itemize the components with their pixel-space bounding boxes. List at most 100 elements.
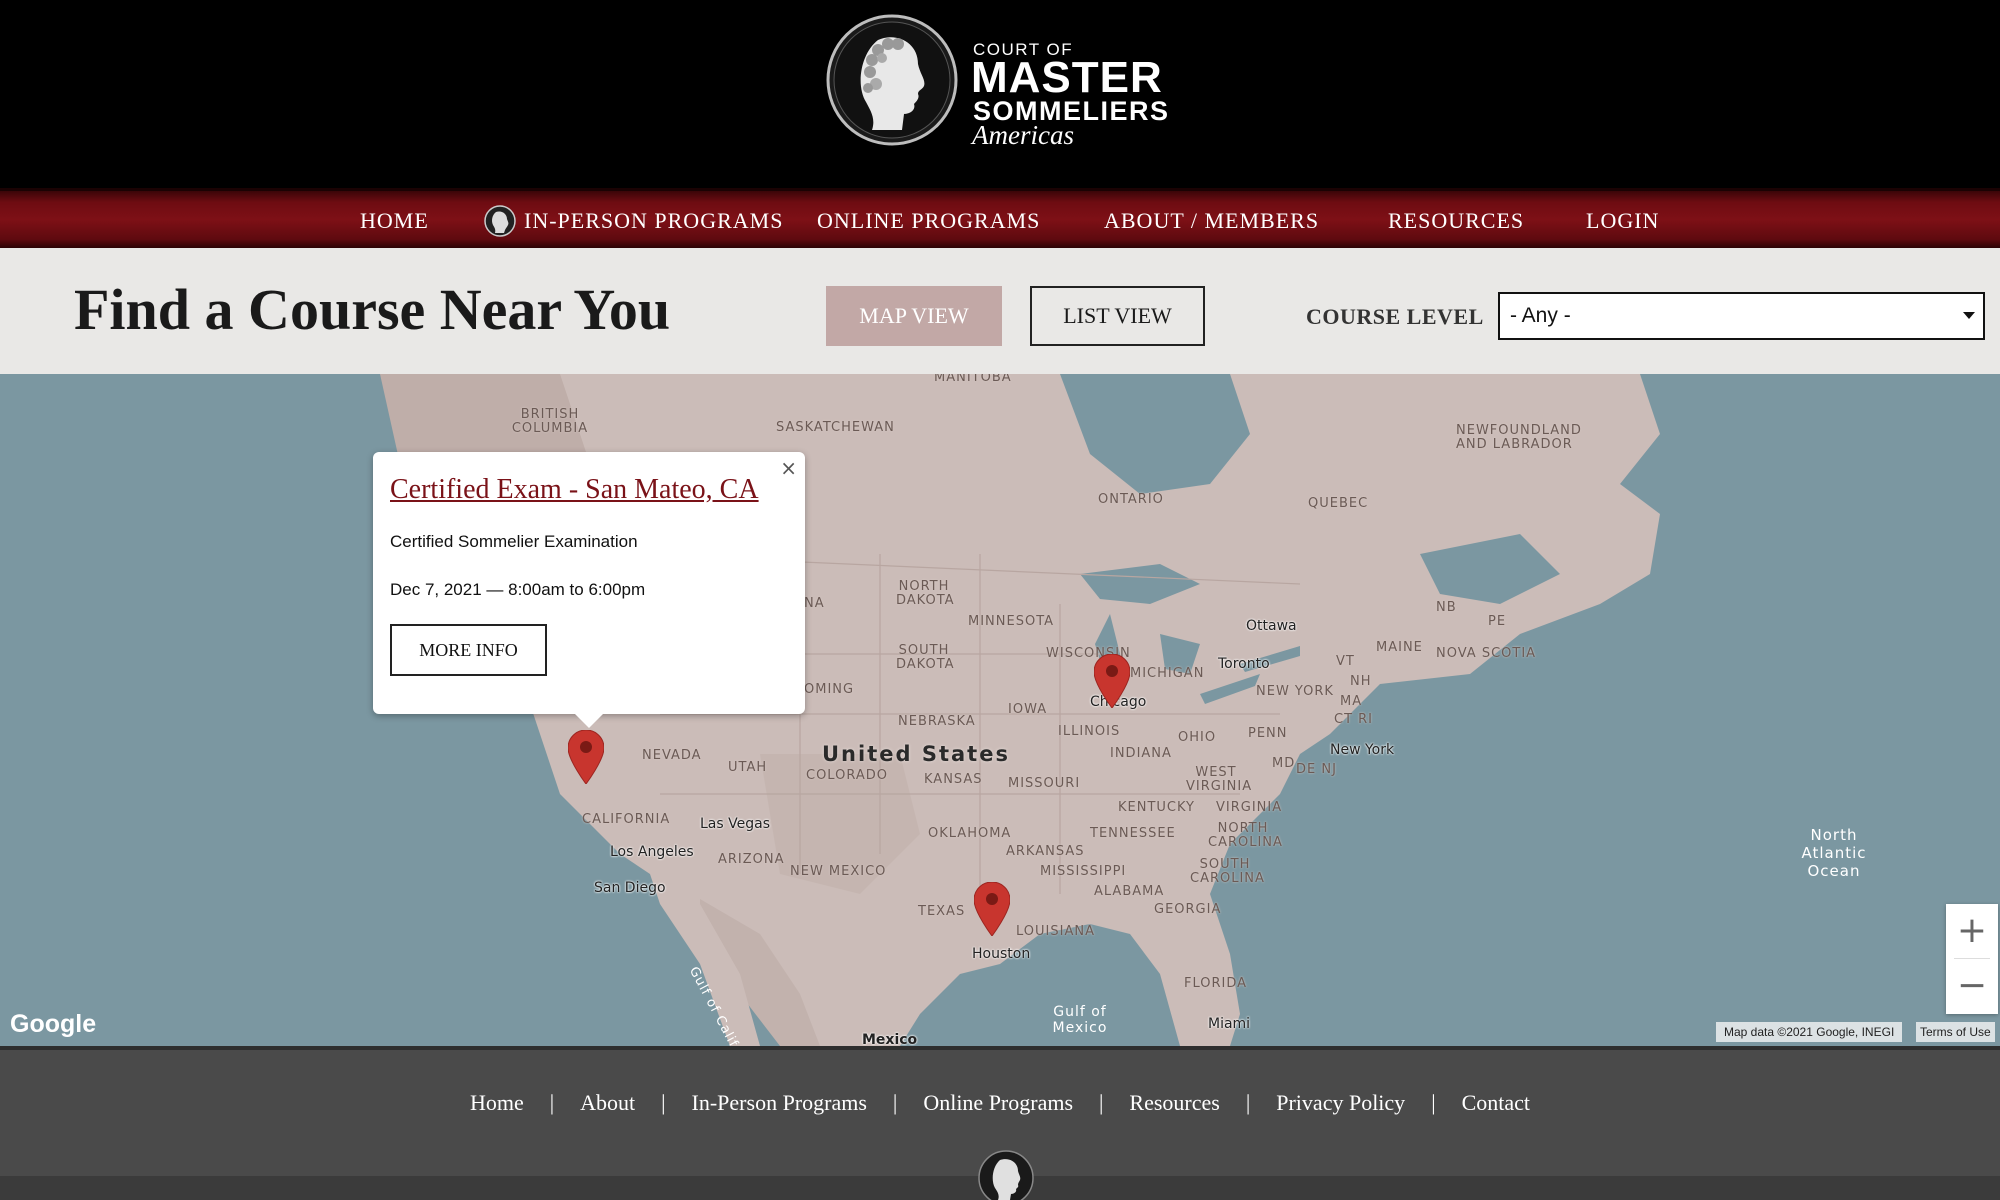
map-label-ohio: OHIO [1178,730,1217,745]
course-level-select[interactable]: - Any - [1498,292,1985,340]
map-city-miami: Miami [1208,1016,1251,1032]
map-label-missouri: MISSOURI [1008,776,1081,791]
map-label-florida: FLORIDA [1184,976,1248,991]
map-label-north-carolina: NORTH CAROLINA [1208,821,1283,850]
footer-link-in-person-programs[interactable]: In-Person Programs [692,1090,867,1116]
course-map[interactable]: MANITOBA BRITISH COLUMBIA SASKATCHEWAN N… [0,374,2000,1046]
map-label-penn: PENN [1248,726,1288,741]
map-label-nevada: NEVADA [642,748,702,763]
zoom-out-button[interactable]: − [1946,959,1998,1013]
map-label-illinois: ILLINOIS [1058,724,1121,739]
main-nav: HOME IN-PERSON PROGRAMS ONLINE PROGRAMS … [0,188,2000,248]
medallion-logo-icon [826,14,958,146]
zoom-in-button[interactable]: + [1946,904,1998,958]
footer-medallion-icon [978,1150,1034,1200]
nav-login[interactable]: LOGIN [1586,191,1659,251]
map-water-atlantic: North Atlantic Ocean [1786,826,1882,880]
map-label-de-nj: DE NJ [1296,762,1337,777]
map-city-san-diego: San Diego [594,880,666,896]
map-terms-link[interactable]: Terms of Use [1916,1022,1995,1042]
map-label-kansas: KANSAS [924,772,983,787]
map-label-ma: MA [1340,694,1363,709]
map-city-new-york: New York [1330,742,1395,758]
more-info-button[interactable]: MORE INFO [390,624,547,676]
info-window-title-link[interactable]: Certified Exam - San Mateo, CA [390,474,759,506]
logo-line-americas: Americas [972,120,1074,150]
map-label-kentucky: KENTUCKY [1118,800,1195,815]
footer-separator: | [661,1090,666,1115]
course-level-label: COURSE LEVEL [1306,304,1484,329]
map-label-maine: MAINE [1376,640,1423,655]
map-label-texas: TEXAS [918,904,966,919]
footer-separator: | [1245,1090,1251,1115]
map-label-california: CALIFORNIA [582,812,671,827]
map-city-ottawa: Ottawa [1246,618,1297,634]
page-title: Find a Course Near You [74,277,671,342]
map-label-south-carolina: SOUTH CAROLINA [1190,857,1265,886]
list-view-button[interactable]: LIST VIEW [1030,286,1205,346]
footer-link-about[interactable]: About [580,1090,635,1116]
map-label-nb: NB [1436,600,1457,615]
footer-separator: | [892,1090,898,1115]
map-label-michigan: MICHIGAN [1130,666,1205,681]
map-label-quebec: QUEBEC [1308,496,1369,511]
footer-links: Home | About | In-Person Programs | Online Pro… [0,1090,2000,1116]
map-label-saskatchewan: SASKATCHEWAN [776,420,895,435]
site-logo[interactable]: COURT OF MASTER SOMMELIERS Americas [826,14,1181,150]
map-label-manitoba: MANITOBA [934,374,1012,385]
map-water-gulf-mexico-1: Gulf of [1053,1004,1107,1020]
map-view-button[interactable]: MAP VIEW [826,286,1002,346]
nav-in-person-programs[interactable]: IN-PERSON PROGRAMS [484,191,783,251]
map-label-new-mexico: NEW MEXICO [790,864,887,879]
info-window-date: Dec 7, 2021 — 8:00am to 6:00pm [390,580,646,599]
map-info-window: × Certified Exam - San Mateo, CA Certifi… [373,452,805,728]
info-window-description: Certified Sommelier Examination [390,532,638,551]
nav-resources[interactable]: RESOURCES [1388,191,1524,251]
map-city-los-angeles: Los Angeles [610,844,694,860]
footer-link-resources[interactable]: Resources [1129,1090,1219,1116]
map-label-ontario: ONTARIO [1098,492,1164,507]
map-label-west-virginia: WEST VIRGINIA [1186,765,1253,794]
course-level-value: - Any - [1510,304,1571,327]
map-label-idaho-fragment: NA [804,596,825,611]
map-label-mississippi: MISSISSIPPI [1040,864,1127,879]
map-marker-houston[interactable] [974,882,1010,936]
footer-link-contact[interactable]: Contact [1462,1090,1530,1116]
map-label-md: MD [1272,756,1296,771]
map-label-newfoundland: NEWFOUNDLAND AND LABRADOR [1456,423,1582,452]
map-marker-san-mateo[interactable] [568,730,604,784]
nav-about-members[interactable]: ABOUT / MEMBERS [1104,191,1319,251]
nav-online-programs[interactable]: ONLINE PROGRAMS [817,191,1040,251]
map-city-toronto: Toronto [1218,656,1270,672]
map-label-nova-scotia: NOVA SCOTIA [1436,646,1537,661]
map-attribution: Map data ©2021 Google, INEGI [1716,1022,1903,1042]
footer-separator: | [1099,1090,1104,1115]
map-zoom-controls: + − [1946,904,1998,1014]
map-label-arkansas: ARKANSAS [1006,844,1085,859]
map-label-arizona: ARIZONA [718,852,785,867]
map-label-vt: VT [1336,654,1355,669]
map-label-colorado: COLORADO [806,768,888,783]
footer-link-home[interactable]: Home [470,1090,524,1116]
map-label-north-dakota: NORTH DAKOTA [896,579,955,608]
map-label-alabama: ALABAMA [1094,884,1165,899]
map-marker-chicago[interactable] [1094,654,1130,708]
footer-link-online-programs[interactable]: Online Programs [923,1090,1073,1116]
map-label-british-columbia: BRITISH COLUMBIA [511,407,589,436]
map-label-virginia: VIRGINIA [1216,800,1283,815]
map-city-las-vegas: Las Vegas [700,816,770,832]
map-label-minnesota: MINNESOTA [968,614,1055,629]
map-label-louisiana: LOUISIANA [1016,924,1095,939]
nav-home[interactable]: HOME [360,191,429,251]
map-city-houston: Houston [972,946,1031,962]
map-label-ct-ri: CT RI [1334,712,1374,727]
site-footer: Home | About | In-Person Programs | Online Pro… [0,1046,2000,1200]
footer-link-privacy-policy[interactable]: Privacy Policy [1276,1090,1405,1116]
close-icon[interactable]: × [780,456,797,480]
map-label-pe: PE [1488,614,1507,629]
google-logo: Google [10,1010,97,1038]
chevron-down-icon [1963,312,1975,319]
map-label-oklahoma: OKLAHOMA [928,826,1012,841]
map-water-gulf-mexico-2: Mexico [1052,1020,1108,1036]
map-label-nebraska: NEBRASKA [898,714,976,729]
